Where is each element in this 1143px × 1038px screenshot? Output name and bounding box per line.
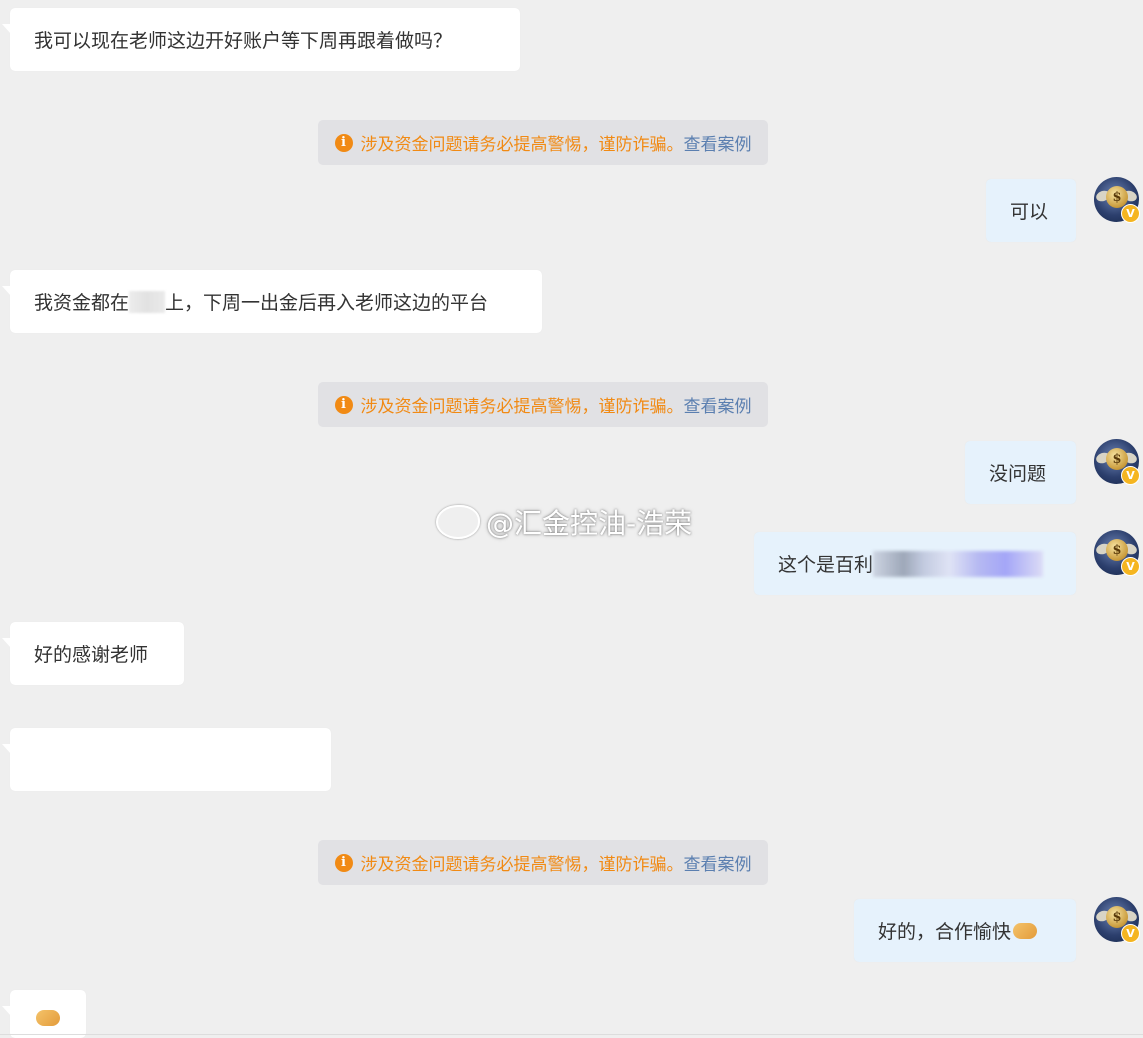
avatar[interactable]: $ V bbox=[1094, 897, 1140, 943]
handshake-emoji-icon bbox=[1013, 922, 1038, 939]
verified-badge-icon: V bbox=[1121, 924, 1140, 943]
message-text: 好的，合作愉快 bbox=[878, 921, 1012, 943]
fraud-warning-notice: i 涉及资金问题请务必提高警惕，谨防诈骗。 查看案例 bbox=[318, 382, 768, 427]
verified-badge-icon: V bbox=[1121, 204, 1140, 223]
message-text: 这个是百利 bbox=[778, 554, 874, 576]
avatar[interactable]: $ V bbox=[1094, 177, 1140, 223]
message-text: 没问题 bbox=[989, 463, 1047, 485]
fraud-warning-text: 涉及资金问题请务必提高警惕，谨防诈骗。 bbox=[360, 397, 684, 417]
message-text: 上，下周一出金后再入老师这边的平台 bbox=[165, 292, 489, 314]
view-cases-link[interactable]: 查看案例 bbox=[684, 850, 752, 875]
incoming-message[interactable]: 好的感谢老师 bbox=[2, 622, 184, 685]
handshake-emoji-icon bbox=[36, 1010, 60, 1026]
incoming-message[interactable]: 我可以现在老师这边开好账户等下周再跟着做吗？ bbox=[2, 8, 520, 71]
info-icon: i bbox=[334, 853, 353, 872]
verified-badge-icon: V bbox=[1121, 557, 1140, 576]
divider bbox=[0, 1034, 1143, 1035]
outgoing-message[interactable]: 可以 bbox=[986, 179, 1076, 242]
incoming-message[interactable] bbox=[2, 728, 331, 791]
avatar[interactable]: $ V bbox=[1094, 439, 1140, 485]
weibo-watermark: @汇金控油-浩荣 bbox=[436, 502, 692, 542]
incoming-message[interactable]: 我资金都在 上，下周一出金后再入老师这边的平台 bbox=[2, 270, 542, 333]
redacted-blur bbox=[129, 290, 166, 313]
message-text: 我可以现在老师这边开好账户等下周再跟着做吗？ bbox=[34, 30, 453, 52]
fraud-warning-text: 涉及资金问题请务必提高警惕，谨防诈骗。 bbox=[360, 855, 684, 875]
view-cases-link[interactable]: 查看案例 bbox=[684, 130, 752, 155]
incoming-message[interactable] bbox=[2, 990, 86, 1038]
verified-badge-icon: V bbox=[1121, 466, 1140, 485]
info-icon: i bbox=[334, 133, 353, 152]
view-cases-link[interactable]: 查看案例 bbox=[684, 392, 752, 417]
fraud-warning-notice: i 涉及资金问题请务必提高警惕，谨防诈骗。 查看案例 bbox=[318, 840, 768, 885]
outgoing-message[interactable]: 没问题 bbox=[965, 441, 1076, 504]
fraud-warning-notice: i 涉及资金问题请务必提高警惕，谨防诈骗。 查看案例 bbox=[318, 120, 768, 165]
redacted-blur bbox=[873, 550, 1044, 577]
avatar[interactable]: $ V bbox=[1094, 530, 1140, 576]
info-icon: i bbox=[334, 395, 353, 414]
outgoing-message[interactable]: 好的，合作愉快 bbox=[854, 899, 1076, 962]
fraud-warning-text: 涉及资金问题请务必提高警惕，谨防诈骗。 bbox=[360, 135, 684, 155]
watermark-text: @汇金控油-浩荣 bbox=[486, 507, 693, 540]
message-text: 可以 bbox=[1010, 201, 1049, 223]
weibo-logo-icon bbox=[436, 505, 480, 539]
message-text: 我资金都在 bbox=[34, 292, 130, 314]
message-text: 好的感谢老师 bbox=[34, 644, 149, 666]
outgoing-message[interactable]: 这个是百利 bbox=[754, 532, 1076, 595]
